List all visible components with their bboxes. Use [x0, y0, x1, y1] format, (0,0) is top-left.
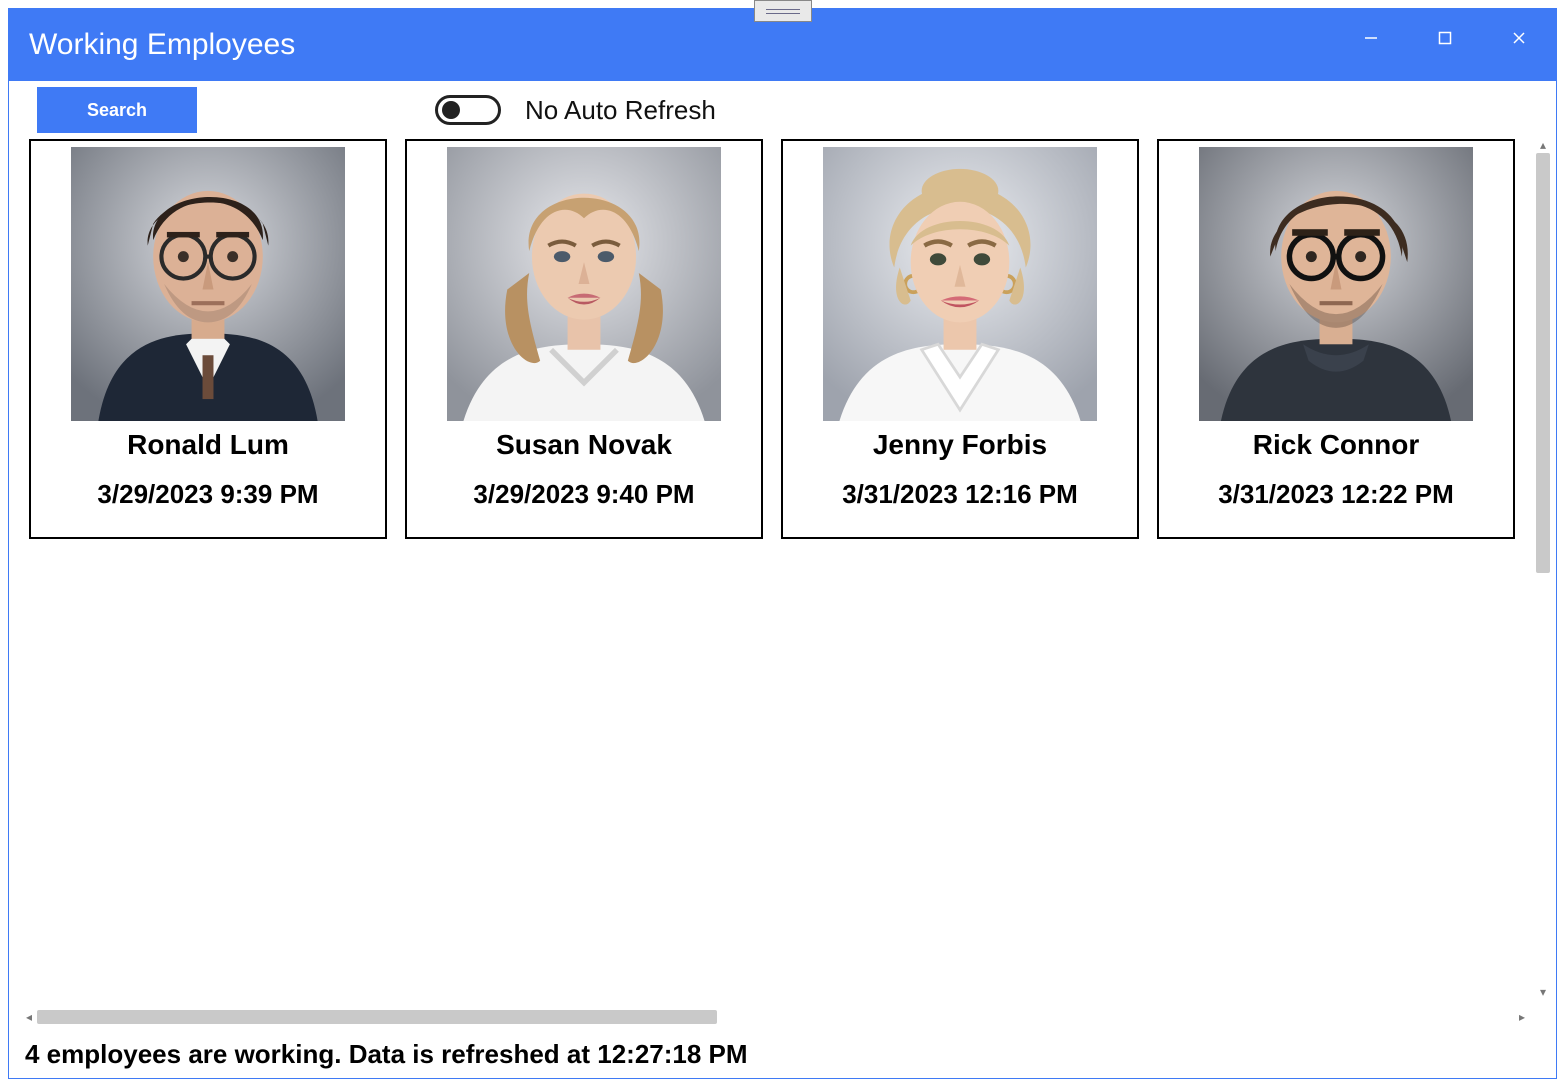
scroll-up-arrow-icon[interactable]: ▴ — [1534, 137, 1552, 153]
status-text: 4 employees are working. Data is refresh… — [25, 1039, 748, 1070]
auto-refresh-label: No Auto Refresh — [525, 95, 716, 126]
employee-timestamp: 3/29/2023 9:39 PM — [97, 479, 318, 510]
person-icon — [1199, 147, 1473, 421]
scroll-thumb[interactable] — [1536, 153, 1550, 573]
employee-name: Rick Connor — [1253, 429, 1419, 461]
content-area: Ronald Lum 3/29/2023 9:39 PM — [9, 137, 1556, 1030]
employee-name: Susan Novak — [496, 429, 672, 461]
employee-name: Ronald Lum — [127, 429, 289, 461]
capture-drag-handle[interactable] — [754, 0, 812, 22]
avatar — [447, 147, 721, 421]
scroll-left-arrow-icon[interactable]: ◂ — [21, 1008, 37, 1026]
search-button[interactable]: Search — [37, 87, 197, 133]
maximize-button[interactable] — [1408, 9, 1482, 67]
employee-timestamp: 3/29/2023 9:40 PM — [473, 479, 694, 510]
employee-card[interactable]: Susan Novak 3/29/2023 9:40 PM — [405, 139, 763, 539]
toolbar: Search No Auto Refresh — [9, 81, 1556, 131]
scroll-track[interactable] — [37, 1010, 1514, 1024]
avatar — [823, 147, 1097, 421]
app-window: Working Employees Search No Auto Refresh — [8, 8, 1557, 1079]
employee-card[interactable]: Ronald Lum 3/29/2023 9:39 PM — [29, 139, 387, 539]
employee-card[interactable]: Rick Connor 3/31/2023 12:22 PM — [1157, 139, 1515, 539]
scroll-track[interactable] — [1534, 153, 1552, 984]
employee-timestamp: 3/31/2023 12:16 PM — [842, 479, 1078, 510]
vertical-scrollbar[interactable]: ▴ ▾ — [1534, 137, 1552, 1000]
minimize-button[interactable] — [1334, 9, 1408, 67]
horizontal-scrollbar[interactable]: ◂ ▸ — [21, 1008, 1530, 1026]
avatar — [71, 147, 345, 421]
window-controls — [1334, 9, 1556, 67]
toggle-knob — [442, 101, 460, 119]
scroll-thumb[interactable] — [37, 1010, 717, 1024]
avatar — [1199, 147, 1473, 421]
auto-refresh-toggle[interactable] — [435, 95, 501, 125]
employee-cards: Ronald Lum 3/29/2023 9:39 PM — [29, 137, 1526, 539]
person-icon — [71, 147, 345, 421]
employee-card[interactable]: Jenny Forbis 3/31/2023 12:16 PM — [781, 139, 1139, 539]
status-bar: 4 employees are working. Data is refresh… — [9, 1030, 1556, 1078]
employee-timestamp: 3/31/2023 12:22 PM — [1218, 479, 1454, 510]
person-icon — [447, 147, 721, 421]
close-button[interactable] — [1482, 9, 1556, 67]
window-title: Working Employees — [29, 28, 295, 62]
employee-name: Jenny Forbis — [873, 429, 1047, 461]
scroll-right-arrow-icon[interactable]: ▸ — [1514, 1008, 1530, 1026]
person-icon — [823, 147, 1097, 421]
scroll-down-arrow-icon[interactable]: ▾ — [1534, 984, 1552, 1000]
